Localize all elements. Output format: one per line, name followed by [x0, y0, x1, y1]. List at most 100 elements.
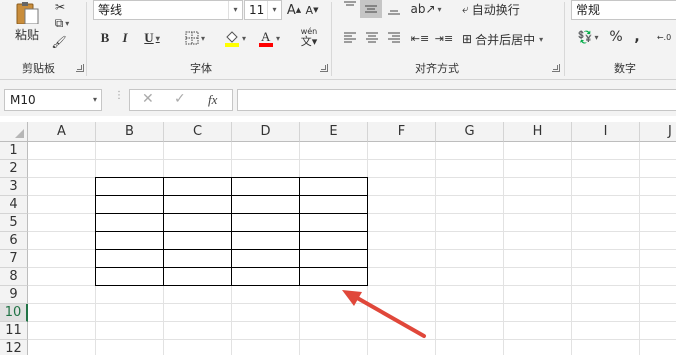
- worksheet-grid[interactable]: A B C D E F G H I J 1 2 3 4 5 6 7 8 9 10…: [0, 122, 676, 355]
- column-header-g[interactable]: G: [436, 122, 504, 142]
- cell[interactable]: [299, 195, 368, 214]
- font-dialog-launcher-icon[interactable]: [320, 64, 328, 72]
- cell[interactable]: [231, 195, 300, 214]
- align-top-button[interactable]: [340, 0, 360, 14]
- chevron-down-icon: ▾: [594, 32, 599, 42]
- font-color-button[interactable]: A ▾: [254, 28, 284, 48]
- column-header-d[interactable]: D: [232, 122, 300, 142]
- row-header-4[interactable]: 4: [0, 196, 28, 214]
- cell[interactable]: [95, 231, 164, 250]
- fill-color-button[interactable]: ▾: [220, 28, 250, 48]
- alignment-group-label: 对齐方式: [415, 62, 459, 75]
- clipboard-group-label: 剪贴板: [22, 62, 55, 75]
- cell[interactable]: [231, 177, 300, 196]
- percent-icon: %: [609, 29, 623, 45]
- row-header-5[interactable]: 5: [0, 214, 28, 232]
- cell[interactable]: [95, 195, 164, 214]
- row-header-6[interactable]: 6: [0, 232, 28, 250]
- formula-input[interactable]: [237, 89, 676, 111]
- gridline: [28, 159, 676, 160]
- cell[interactable]: [231, 249, 300, 268]
- cell[interactable]: [95, 267, 164, 286]
- italic-button[interactable]: I: [118, 30, 132, 46]
- name-box[interactable]: M10 ▾: [4, 89, 102, 111]
- orientation-button[interactable]: ab↗ ▾: [410, 0, 441, 18]
- row-header-8[interactable]: 8: [0, 268, 28, 286]
- column-header-c[interactable]: C: [164, 122, 232, 142]
- font-size-combo[interactable]: 11 ▾: [244, 0, 282, 20]
- clipboard-dialog-launcher-icon[interactable]: [76, 64, 84, 72]
- cell[interactable]: [163, 231, 232, 250]
- align-middle-icon: [365, 5, 377, 13]
- row-header-3[interactable]: 3: [0, 178, 28, 196]
- column-header-i[interactable]: I: [572, 122, 640, 142]
- borders-button[interactable]: ▾: [180, 29, 210, 47]
- decrease-font-button[interactable]: A ▼: [304, 2, 320, 18]
- percent-button[interactable]: %: [608, 28, 624, 46]
- enter-icon[interactable]: ✓: [174, 91, 186, 107]
- align-right-button[interactable]: [384, 30, 404, 46]
- bold-button[interactable]: B: [98, 30, 112, 46]
- merge-center-button[interactable]: ⊞ 合并后居中 ▾: [462, 30, 556, 48]
- cell[interactable]: [95, 177, 164, 196]
- cell[interactable]: [163, 267, 232, 286]
- cell[interactable]: [299, 249, 368, 268]
- cell[interactable]: [231, 267, 300, 286]
- align-bottom-button[interactable]: [384, 0, 404, 18]
- formula-bar-handle-icon[interactable]: ⋮: [114, 91, 124, 106]
- phonetic-button[interactable]: wén 文▾: [294, 26, 324, 48]
- comma-button[interactable]: ,: [630, 28, 644, 46]
- cell[interactable]: [163, 177, 232, 196]
- column-header-e[interactable]: E: [300, 122, 368, 142]
- column-header-h[interactable]: H: [504, 122, 572, 142]
- row-header-11[interactable]: 11: [0, 322, 28, 340]
- cut-button[interactable]: ✂: [48, 0, 72, 14]
- increase-decimal-button[interactable]: ←.0: [652, 28, 676, 46]
- align-center-button[interactable]: [362, 30, 382, 46]
- cell[interactable]: [299, 267, 368, 286]
- row-header-12[interactable]: 12: [0, 340, 28, 355]
- chevron-down-icon: ▾: [228, 1, 242, 19]
- row-header-7[interactable]: 7: [0, 250, 28, 268]
- cell[interactable]: [231, 213, 300, 232]
- merge-icon: ⊞: [462, 32, 473, 46]
- row-header-10[interactable]: 10: [0, 304, 28, 322]
- column-header-f[interactable]: F: [368, 122, 436, 142]
- font-name-combo[interactable]: 等线 ▾: [93, 0, 243, 20]
- table-row: [95, 249, 368, 268]
- cell[interactable]: [299, 177, 368, 196]
- column-header-b[interactable]: B: [96, 122, 164, 142]
- number-format-combo[interactable]: 常规: [571, 0, 676, 20]
- wrap-text-button[interactable]: ⤶ 自动换行: [462, 0, 534, 18]
- cell[interactable]: [95, 213, 164, 232]
- cell[interactable]: [163, 249, 232, 268]
- paste-button[interactable]: 粘贴: [10, 0, 44, 44]
- decrease-indent-button[interactable]: ⇤≡: [410, 30, 430, 46]
- cell[interactable]: [299, 213, 368, 232]
- bordered-range[interactable]: [95, 177, 368, 286]
- chevron-down-icon: ▾: [155, 33, 160, 43]
- accounting-format-button[interactable]: 💱 ▾: [573, 28, 603, 46]
- align-middle-button[interactable]: [360, 0, 382, 18]
- increase-indent-button[interactable]: ⇥≡: [434, 30, 454, 46]
- cell[interactable]: [163, 213, 232, 232]
- column-header-a[interactable]: A: [28, 122, 96, 142]
- cell[interactable]: [95, 249, 164, 268]
- underline-button[interactable]: U ▾: [138, 30, 166, 46]
- cell[interactable]: [163, 195, 232, 214]
- decrease-indent-icon: ⇤≡: [410, 31, 430, 45]
- row-header-9[interactable]: 9: [0, 286, 28, 304]
- increase-font-button[interactable]: A ▲: [286, 2, 302, 18]
- copy-button[interactable]: ⧉ ▾: [48, 16, 76, 30]
- cell[interactable]: [299, 231, 368, 250]
- format-painter-button[interactable]: 🖌: [48, 34, 70, 50]
- row-header-2[interactable]: 2: [0, 160, 28, 178]
- row-header-1[interactable]: 1: [0, 142, 28, 160]
- cancel-icon[interactable]: ✕: [142, 91, 154, 107]
- alignment-dialog-launcher-icon[interactable]: [552, 64, 560, 72]
- cell[interactable]: [231, 231, 300, 250]
- insert-function-icon[interactable]: fx: [208, 92, 217, 108]
- select-all-button[interactable]: [0, 122, 28, 142]
- align-left-button[interactable]: [340, 30, 360, 46]
- column-header-j[interactable]: J: [640, 122, 676, 142]
